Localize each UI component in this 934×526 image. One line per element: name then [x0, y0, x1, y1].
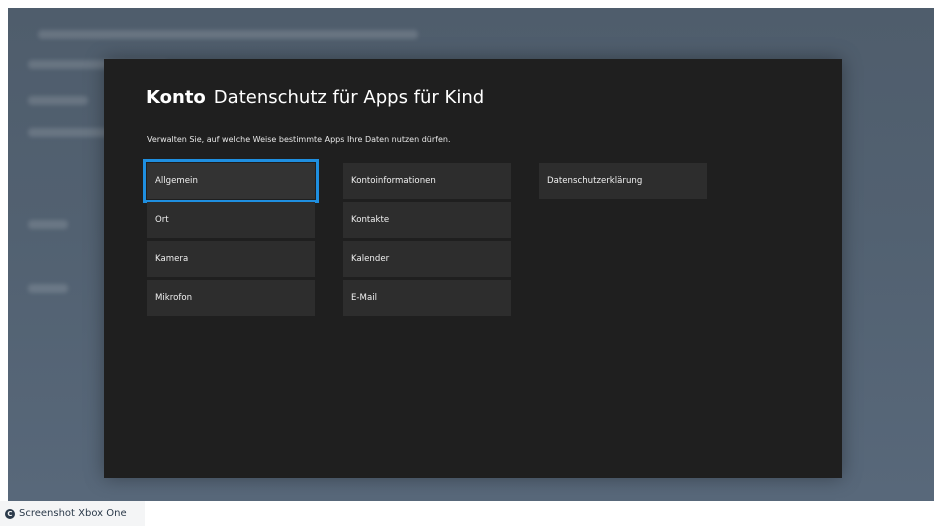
tile-kontakte[interactable]: Kontakte: [343, 202, 511, 238]
tile-label: Kontakte: [351, 215, 390, 225]
tile-ort[interactable]: Ort: [147, 202, 315, 238]
tile-mikrofon[interactable]: Mikrofon: [147, 280, 315, 316]
copyright-icon: C: [5, 508, 15, 519]
privacy-dialog: Konto Datenschutz für Apps für Kind Verwa…: [104, 59, 842, 478]
tile-label: Datenschutzerklärung: [547, 176, 643, 186]
tile-kamera[interactable]: Kamera: [147, 241, 315, 277]
tile-label: Allgemein: [155, 176, 198, 186]
caption-text: Screenshot Xbox One: [19, 508, 127, 519]
tile-kalender[interactable]: Kalender: [343, 241, 511, 277]
title-section: Konto: [146, 87, 206, 108]
tile-label: Mikrofon: [155, 293, 193, 303]
image-caption: C Screenshot Xbox One: [0, 501, 145, 526]
tile-email[interactable]: E-Mail: [343, 280, 511, 316]
tile-label: Ort: [155, 215, 169, 225]
tile-datenschutzerklaerung[interactable]: Datenschutzerklärung: [539, 163, 707, 199]
blurred-text: [28, 96, 88, 105]
blurred-text: [38, 30, 418, 39]
blurred-text: [28, 284, 68, 293]
tile-label: Kontoinformationen: [351, 176, 436, 186]
tile-label: Kamera: [155, 254, 189, 264]
page-title: Konto Datenschutz für Apps für Kind: [146, 87, 484, 108]
blurred-text: [28, 220, 68, 229]
tile-label: Kalender: [351, 254, 390, 264]
tile-label: E-Mail: [351, 293, 377, 303]
tile-allgemein[interactable]: Allgemein: [143, 159, 319, 203]
tile-kontoinformationen[interactable]: Kontoinformationen: [343, 163, 511, 199]
page-description: Verwalten Sie, auf welche Weise bestimmt…: [147, 135, 451, 144]
title-page: Datenschutz für Apps für Kind: [213, 87, 485, 108]
